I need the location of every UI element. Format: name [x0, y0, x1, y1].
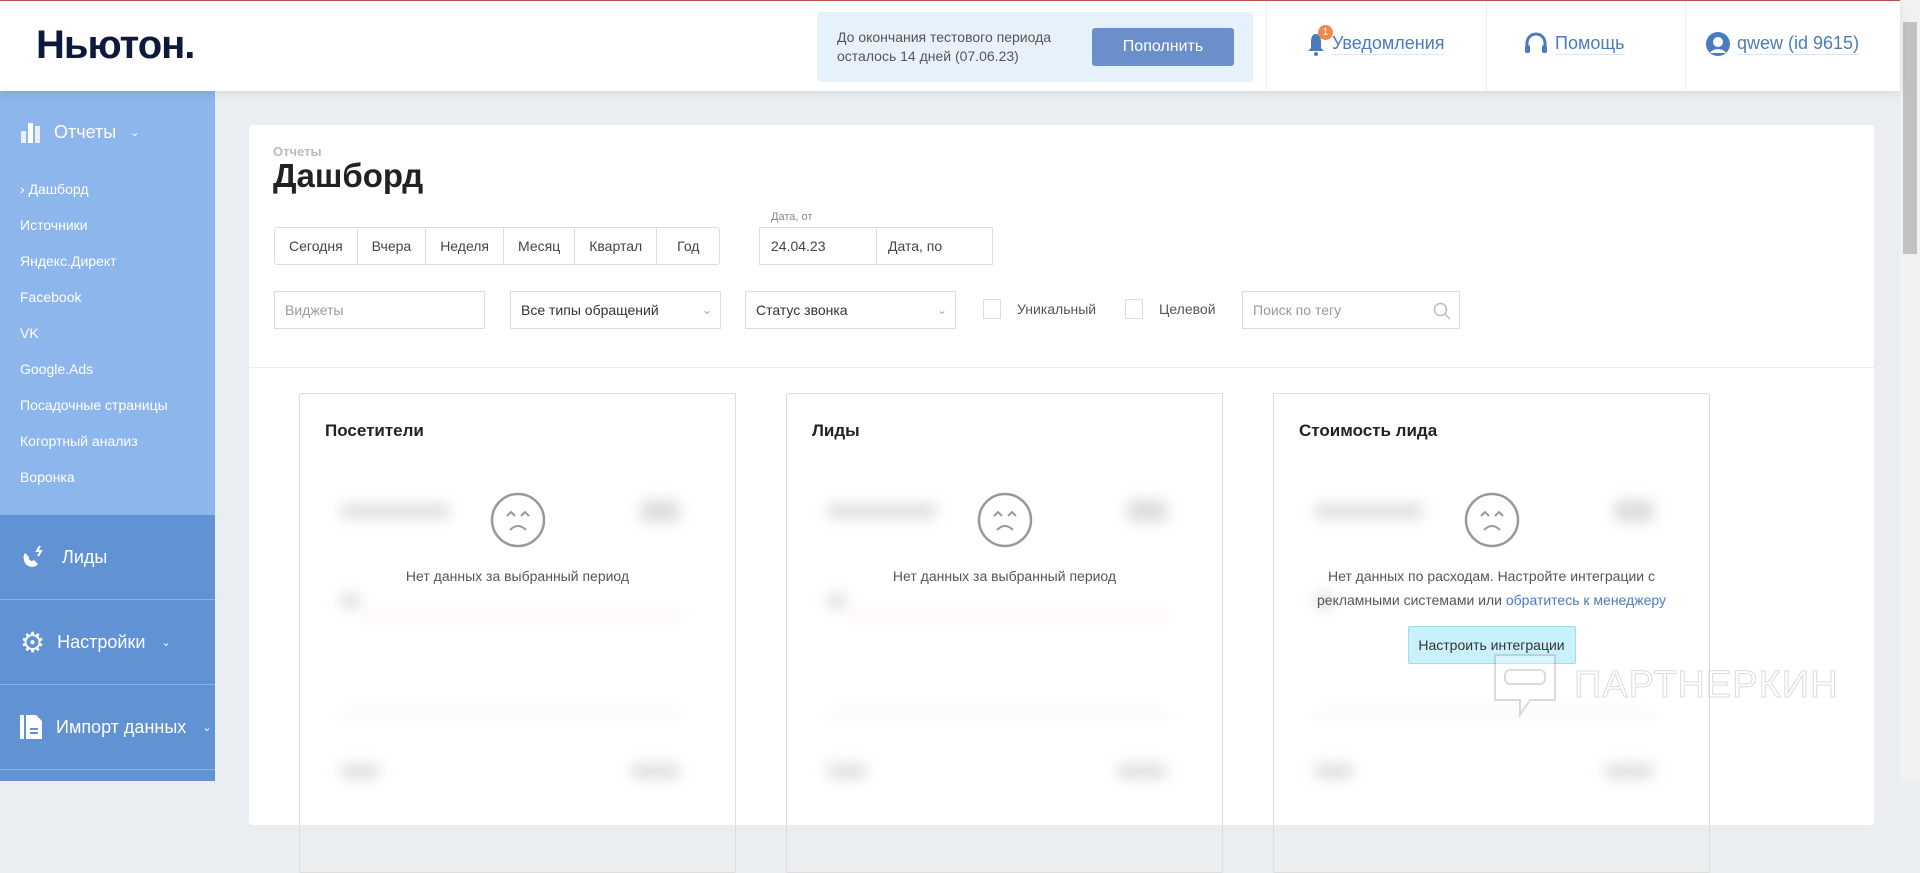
- header: Ньютон. До окончания тестового периода ос…: [0, 1, 1900, 91]
- divider: [1685, 1, 1686, 91]
- widget-leads: Лиды Нет данных за выбранный период: [786, 393, 1223, 873]
- help-link[interactable]: Помощь: [1523, 31, 1625, 57]
- request-types-select[interactable]: Все типы обращений ⌄: [510, 291, 721, 329]
- unique-checkbox[interactable]: Уникальный: [983, 299, 1096, 319]
- bar-chart-icon: [21, 123, 40, 143]
- sidebar-item-cohort[interactable]: Когортный анализ: [20, 433, 138, 449]
- page-title: Дашборд: [273, 157, 424, 194]
- topup-button[interactable]: Пополнить: [1092, 28, 1234, 66]
- sidebar: Отчеты ⌄ › Дашборд Источники Яндекс.Дирек…: [0, 91, 215, 781]
- document-icon: [20, 715, 42, 739]
- sidebar-item-facebook[interactable]: Facebook: [20, 289, 81, 305]
- magnet-icon: [23, 545, 43, 567]
- sidebar-item-funnel[interactable]: Воронка: [20, 469, 75, 485]
- search-icon: [1433, 302, 1451, 320]
- chevron-down-icon: ⌄: [161, 636, 171, 649]
- user-icon: [1706, 32, 1730, 56]
- period-quarter[interactable]: Квартал: [575, 228, 658, 264]
- sidebar-item-sources[interactable]: Источники: [20, 217, 88, 233]
- chevron-down-icon: ⌄: [202, 721, 212, 734]
- partnerkin-logo-icon: [1494, 654, 1556, 719]
- sad-face-icon: [977, 492, 1032, 548]
- sad-face-icon: [1464, 492, 1519, 548]
- sidebar-item-leads[interactable]: Лиды: [0, 515, 215, 600]
- headset-icon: [1525, 32, 1547, 53]
- chevron-down-icon: ⌄: [701, 303, 712, 317]
- bell-icon: 1: [1306, 25, 1333, 57]
- sidebar-item-yandex-direct[interactable]: Яндекс.Директ: [20, 253, 117, 269]
- main-card: Отчеты Дашборд Сегодня Вчера Неделя Меся…: [249, 125, 1874, 873]
- sidebar-item-settings[interactable]: ⚙ Настройки ⌄: [0, 600, 215, 685]
- sidebar-item-dashboard[interactable]: › Дашборд: [20, 181, 89, 197]
- scrollbar[interactable]: [1900, 0, 1920, 781]
- sidebar-item-vk[interactable]: VK: [20, 325, 39, 341]
- divider: [1266, 1, 1267, 91]
- watermark: ПАРТНЕРКИН: [1490, 650, 1839, 720]
- date-range: 24.04.23 Дата, по: [759, 227, 993, 265]
- notification-badge: 1: [1318, 25, 1333, 40]
- sad-face-icon: [490, 492, 545, 548]
- contact-manager-link[interactable]: обратитесь к менеджеру: [1506, 592, 1666, 608]
- scrollbar-thumb[interactable]: [1903, 22, 1917, 254]
- sidebar-item-import[interactable]: Импорт данных ⌄: [0, 685, 215, 770]
- divider: [249, 367, 1874, 368]
- gear-icon: ⚙: [20, 626, 46, 658]
- period-yesterday[interactable]: Вчера: [358, 228, 427, 264]
- sidebar-item-google-ads[interactable]: Google.Ads: [20, 361, 93, 377]
- widgets-input[interactable]: Виджеты: [274, 291, 485, 329]
- widget-lead-cost: Стоимость лида Нет данных по расходам. Н…: [1273, 393, 1710, 873]
- sidebar-item-landing-pages[interactable]: Посадочные страницы: [20, 397, 168, 413]
- period-today[interactable]: Сегодня: [275, 228, 358, 264]
- divider: [1486, 1, 1487, 91]
- chevron-down-icon: ⌄: [130, 126, 140, 139]
- date-from-label: Дата, от: [771, 211, 813, 223]
- tag-search-input[interactable]: Поиск по тегу: [1242, 291, 1460, 329]
- logo[interactable]: Ньютон.: [36, 23, 195, 68]
- date-from-input[interactable]: 24.04.23: [760, 228, 877, 264]
- date-to-input[interactable]: Дата, по: [877, 228, 942, 264]
- period-week[interactable]: Неделя: [426, 228, 505, 264]
- period-selector: Сегодня Вчера Неделя Месяц Квартал Год: [274, 227, 721, 265]
- trial-banner: До окончания тестового периода осталось 1…: [817, 12, 1253, 82]
- period-month[interactable]: Месяц: [504, 228, 576, 264]
- notifications-link[interactable]: 1 Уведомления: [1306, 25, 1445, 57]
- call-status-select[interactable]: Статус звонка ⌄: [745, 291, 956, 329]
- user-menu[interactable]: qwew (id 9615): [1705, 31, 1860, 57]
- target-checkbox[interactable]: Целевой: [1125, 299, 1216, 319]
- period-year[interactable]: Год: [657, 228, 719, 264]
- widget-visitors: Посетители Нет данных за выбранный перио…: [299, 393, 736, 873]
- chevron-down-icon: ⌄: [936, 303, 947, 317]
- trial-text: До окончания тестового периода осталось 1…: [837, 29, 1052, 64]
- sidebar-item-reports[interactable]: Отчеты ⌄: [20, 121, 139, 143]
